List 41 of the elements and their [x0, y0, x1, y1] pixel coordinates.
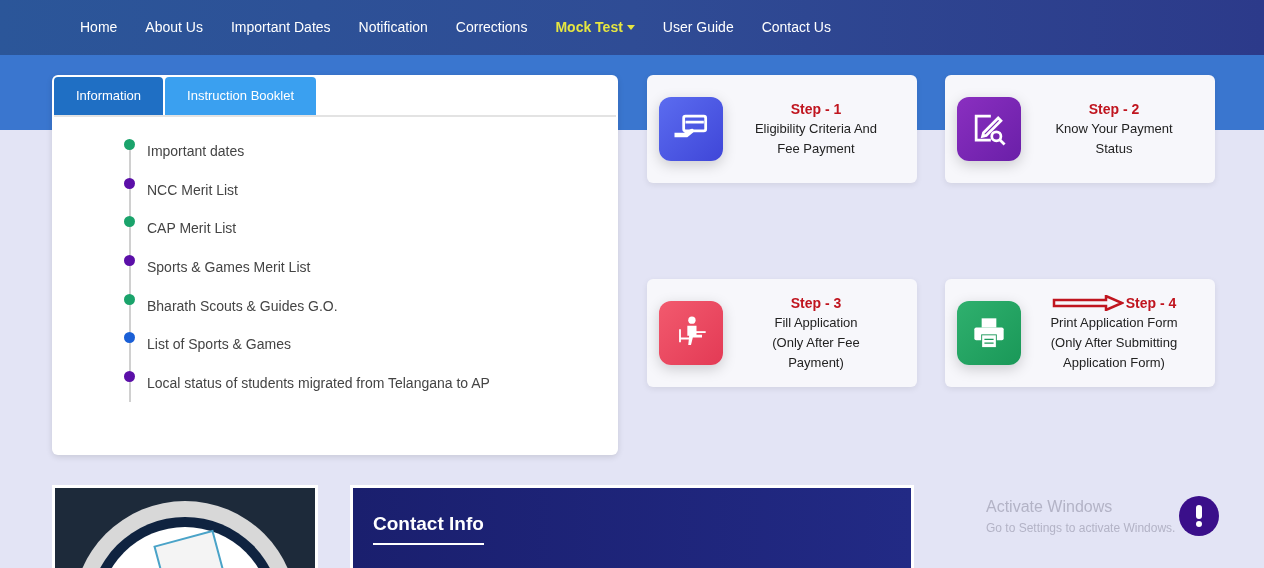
- step-description-line: Fee Payment: [777, 140, 855, 158]
- information-link[interactable]: Local status of students migrated from Telangana to AP: [147, 373, 490, 395]
- alert-button[interactable]: [1179, 496, 1220, 536]
- nav-link[interactable]: About Us: [145, 17, 203, 38]
- nav-link[interactable]: Contact Us: [761, 17, 831, 38]
- step-label: Step - 3: [790, 294, 842, 313]
- card-hand-icon: [659, 97, 723, 161]
- information-link[interactable]: NCC Merit List: [147, 179, 238, 201]
- step-description-line: Eligibility Criteria And: [754, 120, 878, 138]
- step-card[interactable]: Step - 3 Fill Application (Only After Fee Payment): [647, 279, 917, 387]
- step-card[interactable]: Step - 2 Know Your Payment Status: [945, 75, 1215, 183]
- nav-link[interactable]: Corrections: [455, 17, 528, 38]
- step-label: Step - 2: [1088, 100, 1140, 119]
- step-description-line: Status: [1095, 140, 1133, 158]
- step-description-line: Print Application Form: [1050, 314, 1178, 332]
- step-description-line: Payment): [788, 354, 844, 372]
- step-description-line: Know Your Payment: [1055, 120, 1173, 138]
- nav-link[interactable]: Home: [80, 17, 118, 38]
- step-label: Step - 1: [790, 100, 842, 119]
- information-link[interactable]: Important dates: [147, 141, 245, 162]
- nav-link[interactable]: Notification: [358, 17, 428, 38]
- nav-link[interactable]: Important Dates: [230, 17, 331, 38]
- information-link[interactable]: Sports & Games Merit List: [147, 257, 311, 279]
- nav-link[interactable]: Mock Test: [555, 17, 635, 38]
- step-label: Step - 4: [1125, 294, 1177, 313]
- step-description-line: Application Form): [1063, 354, 1165, 372]
- information-link[interactable]: List of Sports & Games: [147, 334, 291, 356]
- information-link[interactable]: CAP Merit List: [147, 218, 237, 240]
- step-description-line: (Only After Fee: [772, 334, 860, 352]
- step-description-line: Fill Application: [774, 314, 858, 332]
- step-description-line: (Only After Submitting: [1050, 334, 1178, 352]
- edit-search-icon: [957, 97, 1021, 161]
- nav-link[interactable]: User Guide: [662, 17, 734, 38]
- contact-info-heading: Contact Info: [373, 510, 484, 545]
- information-link[interactable]: Bharath Scouts & Guides G.O.: [147, 295, 338, 317]
- student-desk-icon: [659, 301, 723, 365]
- exclamation-icon: [1195, 505, 1204, 527]
- tab[interactable]: Information: [54, 77, 164, 115]
- printer-icon: [957, 301, 1021, 365]
- step-card[interactable]: Step - 4 Print Application Form (Only After Submitting Application Form): [945, 279, 1215, 387]
- step-card[interactable]: Step - 1 Eligibility Criteria And Fee Payment: [647, 75, 917, 183]
